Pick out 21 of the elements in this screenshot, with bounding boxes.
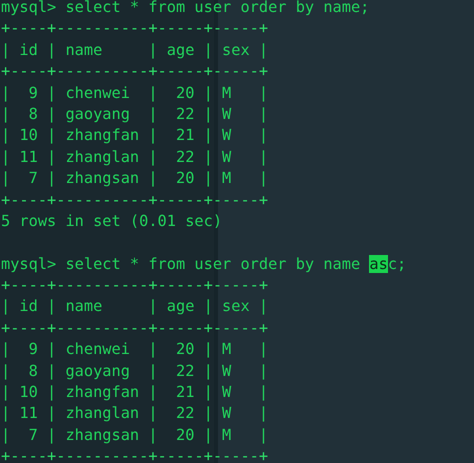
command-line: mysql> select * from user order by name asc;: [1, 254, 406, 275]
table-row-text: | 7 | zhangsan | 20 | M |: [1, 424, 268, 446]
table-border-line: +----+----------+-----+-----+: [1, 446, 268, 463]
table-row: | 10 | zhangfan | 21 | W |: [1, 382, 268, 404]
table-border-line: +----+----------+-----+-----+: [1, 275, 268, 296]
table-row-text: | id | name | age | sex |: [1, 296, 268, 318]
table-row-text: | 8 | gaoyang | 22 | W |: [1, 104, 268, 125]
table-row-text: | 11 | zhanglan | 22 | W |: [1, 403, 268, 424]
table-row-text: | 11 | zhanglan | 22 | W |: [1, 146, 268, 168]
command-line: mysql> select * from user order by name;: [1, 0, 370, 18]
table-row-text: | 9 | chenwei | 20 | M |: [1, 339, 268, 360]
table-border-line: +----+----------+-----+-----+: [1, 318, 268, 339]
table-row-text: | 8 | gaoyang | 22 | W |: [1, 360, 268, 382]
table-row-text: | id | name | age | sex |: [1, 40, 268, 61]
table-row: | 9 | chenwei | 20 | M |: [1, 82, 268, 104]
table-border-line: +----+----------+-----+-----+: [1, 18, 268, 40]
result-summary: 5 rows in set (0.01 sec): [1, 210, 222, 232]
table-border-line: +----+----------+-----+-----+: [1, 190, 268, 211]
table-border-line: +----+----------+-----+-----+: [1, 61, 268, 82]
table-row-text: | 10 | zhangfan | 21 | W |: [1, 125, 268, 146]
table-row-text: | 7 | zhangsan | 20 | M |: [1, 168, 268, 190]
